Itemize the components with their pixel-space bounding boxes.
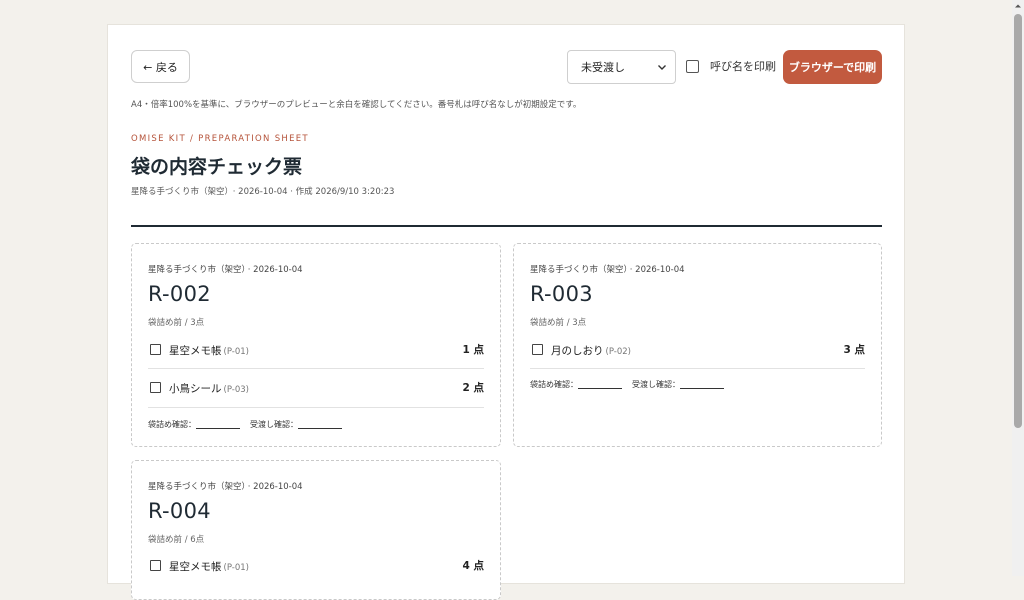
- item-row: 小鳥シール (P-03) 2 点: [148, 378, 484, 398]
- print-callname-checkbox[interactable]: [686, 59, 699, 73]
- bag-card-r-003: 星降る手づくり市（架空） · 2026-10-04 R-003 袋詰め前 / 3点…: [513, 243, 882, 447]
- card-id: R-002: [148, 282, 211, 306]
- scroll-up-arrow-icon[interactable]: [1012, 0, 1024, 12]
- scrollbar-thumb[interactable]: [1014, 14, 1022, 428]
- row-divider: [148, 407, 484, 408]
- item-name: 月のしおり (P-02): [551, 345, 631, 357]
- item-name: 星空メモ帳 (P-01): [169, 345, 249, 357]
- back-button[interactable]: ← 戻る: [131, 50, 190, 83]
- item-checkbox[interactable]: [150, 382, 161, 393]
- preparation-sheet-page: ← 戻る 未受渡し 呼び名を印刷 ブラウザーで印刷 A4・倍率100%を基準に、…: [107, 24, 905, 600]
- item-quantity: 1 点: [462, 344, 484, 356]
- page-title: 袋の内容チェック票: [131, 156, 303, 178]
- item-row: 月のしおり (P-02) 3 点: [530, 340, 865, 360]
- print-callname-toggle[interactable]: 呼び名を印刷: [686, 58, 776, 74]
- card-id: R-004: [148, 499, 211, 523]
- item-quantity: 3 点: [843, 344, 865, 356]
- item-quantity: 4 点: [462, 560, 484, 572]
- sheet-meta: 星降る手づくり市（架空） · 2026-10-04 · 作成 2026/9/10 …: [131, 185, 394, 197]
- card-event: 星降る手づくり市（架空） · 2026-10-04: [530, 265, 685, 275]
- row-divider: [148, 368, 484, 369]
- sign-off-line: 袋詰め確認： 受渡し確認：: [148, 419, 352, 430]
- item-quantity: 2 点: [462, 382, 484, 394]
- row-divider: [530, 368, 865, 369]
- bag-card-r-004: 星降る手づくり市（架空） · 2026-10-04 R-004 袋詰め前 / 6点…: [131, 460, 501, 600]
- card-status: 袋詰め前 / 6点: [148, 535, 205, 545]
- sheet-eyebrow: OMISE KIT / PREPARATION SHEET: [131, 134, 309, 144]
- status-select[interactable]: 未受渡し: [567, 50, 676, 84]
- item-name: 星空メモ帳 (P-01): [169, 561, 249, 573]
- item-checkbox[interactable]: [532, 344, 543, 355]
- bag-card-r-002: 星降る手づくり市（架空） · 2026-10-04 R-002 袋詰め前 / 3点…: [131, 243, 501, 447]
- item-checkbox[interactable]: [150, 344, 161, 355]
- sheet-meta-event: 星降る手づくり市（架空）: [131, 187, 229, 197]
- card-event: 星降る手づくり市（架空） · 2026-10-04: [148, 482, 303, 492]
- browser-print-button[interactable]: ブラウザーで印刷: [783, 50, 882, 84]
- card-status: 袋詰め前 / 3点: [530, 318, 587, 328]
- item-checkbox[interactable]: [150, 560, 161, 571]
- chevron-down-icon: [658, 65, 666, 70]
- sign-off-line: 袋詰め確認： 受渡し確認：: [530, 379, 734, 390]
- vertical-scrollbar[interactable]: [1012, 0, 1024, 576]
- card-id: R-003: [530, 282, 593, 306]
- sheet-meta-date: · 2026-10-04 · 作成 2026/9/10 3:20:23: [232, 187, 395, 197]
- card-event: 星降る手づくり市（架空） · 2026-10-04: [148, 265, 303, 275]
- status-select-value: 未受渡し: [581, 61, 625, 74]
- print-callname-label: 呼び名を印刷: [710, 60, 776, 73]
- item-row: 星空メモ帳 (P-01) 4 点: [148, 556, 484, 576]
- card-status: 袋詰め前 / 3点: [148, 318, 205, 328]
- item-name: 小鳥シール (P-03): [169, 383, 249, 395]
- print-instruction-note: A4・倍率100%を基準に、ブラウザーのプレビューと余白を確認してください。番号…: [131, 100, 582, 110]
- item-row: 星空メモ帳 (P-01) 1 点: [148, 340, 484, 360]
- header-divider: [131, 225, 882, 227]
